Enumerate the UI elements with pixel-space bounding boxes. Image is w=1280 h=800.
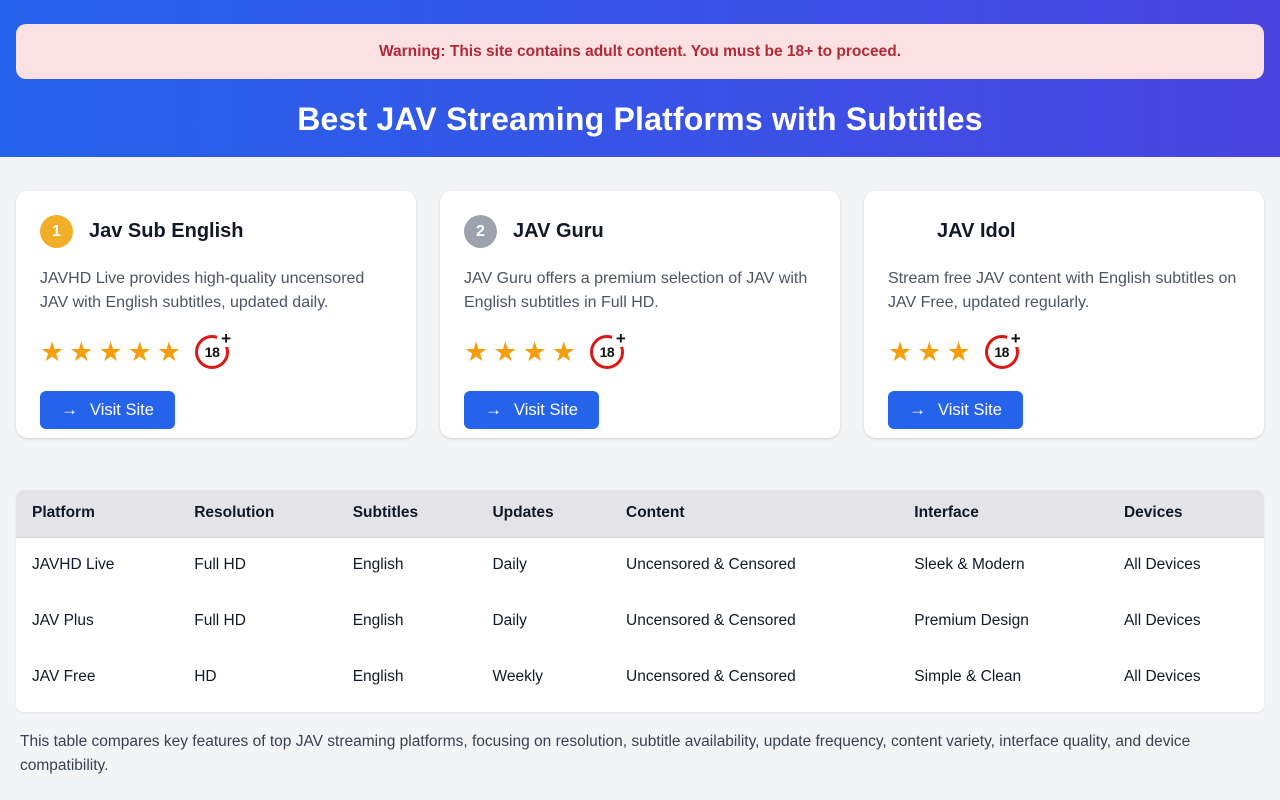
visit-site-label: Visit Site <box>514 401 578 420</box>
age-plus-sign: + <box>612 329 630 347</box>
cell-devices: All Devices <box>1108 537 1264 593</box>
column-header-interface: Interface <box>898 490 1108 537</box>
main-content: 1 Jav Sub English JAVHD Live provides hi… <box>0 191 1280 778</box>
rank-badge: 1 <box>40 215 73 248</box>
age-18-plus-icon: 18 + <box>195 335 229 369</box>
cell-interface: Premium Design <box>898 593 1108 649</box>
warning-text: Warning: This site contains adult conten… <box>379 43 901 61</box>
card-head: JAV Idol <box>888 215 1240 248</box>
card-description: JAVHD Live provides high-quality uncenso… <box>40 267 392 315</box>
column-header-subtitles: Subtitles <box>337 490 477 537</box>
age-plus-sign: + <box>217 329 235 347</box>
cell-platform: JAV Free <box>16 649 178 705</box>
card-title: Jav Sub English <box>89 220 243 243</box>
age-18-plus-icon: 18 + <box>985 335 1019 369</box>
age-number: 18 <box>205 344 220 360</box>
rating-row: ★★★★★ 18 + <box>40 334 392 370</box>
cell-platform: JAVHD Live <box>16 537 178 593</box>
star-icon: ★ <box>917 339 941 366</box>
column-header-devices: Devices <box>1108 490 1264 537</box>
adult-warning-banner: Warning: This site contains adult conten… <box>16 24 1264 79</box>
rating-row: ★★★ 18 + <box>888 334 1240 370</box>
card-head: 1 Jav Sub English <box>40 215 392 248</box>
comparison-table-container: Platform Resolution Subtitles Updates Co… <box>16 490 1264 712</box>
star-icon: ★ <box>128 339 152 366</box>
cell-subtitles: English <box>337 649 477 705</box>
cell-updates: Weekly <box>476 649 610 705</box>
visit-site-button[interactable]: → Visit Site <box>888 391 1023 429</box>
star-icon: ★ <box>40 339 64 366</box>
visit-site-label: Visit Site <box>938 401 1002 420</box>
arrow-right-icon: → <box>909 400 926 420</box>
cell-resolution: Full HD <box>178 593 336 649</box>
card-head: 2 JAV Guru <box>464 215 816 248</box>
table-row-jav-plus: JAV Plus Full HD English Daily Uncensore… <box>16 593 1264 649</box>
cell-updates: Daily <box>476 537 610 593</box>
hero-header: Warning: This site contains adult conten… <box>0 0 1280 157</box>
arrow-right-icon: → <box>485 400 502 420</box>
visit-site-button[interactable]: → Visit Site <box>40 391 175 429</box>
star-icon: ★ <box>98 339 122 366</box>
age-plus-sign: + <box>1007 329 1025 347</box>
cell-subtitles: English <box>337 593 477 649</box>
cell-interface: Simple & Clean <box>898 649 1108 705</box>
star-rating: ★★★★ <box>464 339 576 366</box>
rating-row: ★★★★ 18 + <box>464 334 816 370</box>
table-description-note: This table compares key features of top … <box>20 730 1256 778</box>
cell-resolution: HD <box>178 649 336 705</box>
card-title: JAV Guru <box>513 220 604 243</box>
rank-badge: 2 <box>464 215 497 248</box>
star-icon: ★ <box>464 339 488 366</box>
table-row-javhd-live: JAVHD Live Full HD English Daily Uncenso… <box>16 537 1264 593</box>
column-header-updates: Updates <box>476 490 610 537</box>
platform-cards: 1 Jav Sub English JAVHD Live provides hi… <box>16 191 1264 438</box>
star-icon: ★ <box>888 339 912 366</box>
visit-site-label: Visit Site <box>90 401 154 420</box>
star-icon: ★ <box>522 339 546 366</box>
cell-updates: Daily <box>476 593 610 649</box>
cell-content: Uncensored & Censored <box>610 537 898 593</box>
star-rating: ★★★ <box>888 339 971 366</box>
cell-resolution: Full HD <box>178 537 336 593</box>
table-header-row: Platform Resolution Subtitles Updates Co… <box>16 490 1264 537</box>
star-icon: ★ <box>946 339 970 366</box>
table-row-jav-free: JAV Free HD English Weekly Uncensored & … <box>16 649 1264 705</box>
star-icon: ★ <box>69 339 93 366</box>
cell-platform: JAV Plus <box>16 593 178 649</box>
cell-devices: All Devices <box>1108 649 1264 705</box>
cell-interface: Sleek & Modern <box>898 537 1108 593</box>
visit-site-button[interactable]: → Visit Site <box>464 391 599 429</box>
star-icon: ★ <box>157 339 181 366</box>
column-header-content: Content <box>610 490 898 537</box>
card-description: Stream free JAV content with English sub… <box>888 267 1240 315</box>
page-title: Best JAV Streaming Platforms with Subtit… <box>16 101 1264 137</box>
platform-card-jav-sub-english: 1 Jav Sub English JAVHD Live provides hi… <box>16 191 416 438</box>
cell-content: Uncensored & Censored <box>610 649 898 705</box>
platform-card-jav-idol: JAV Idol Stream free JAV content with En… <box>864 191 1264 438</box>
cell-devices: All Devices <box>1108 593 1264 649</box>
card-description: JAV Guru offers a premium selection of J… <box>464 267 816 315</box>
age-18-plus-icon: 18 + <box>590 335 624 369</box>
star-icon: ★ <box>493 339 517 366</box>
cell-content: Uncensored & Censored <box>610 593 898 649</box>
arrow-right-icon: → <box>61 400 78 420</box>
column-header-platform: Platform <box>16 490 178 537</box>
cell-subtitles: English <box>337 537 477 593</box>
star-rating: ★★★★★ <box>40 339 181 366</box>
card-title: JAV Idol <box>937 220 1016 243</box>
age-number: 18 <box>994 344 1009 360</box>
column-header-resolution: Resolution <box>178 490 336 537</box>
star-icon: ★ <box>552 339 576 366</box>
comparison-table: Platform Resolution Subtitles Updates Co… <box>16 490 1264 705</box>
platform-card-jav-guru: 2 JAV Guru JAV Guru offers a premium sel… <box>440 191 840 438</box>
age-number: 18 <box>600 344 615 360</box>
